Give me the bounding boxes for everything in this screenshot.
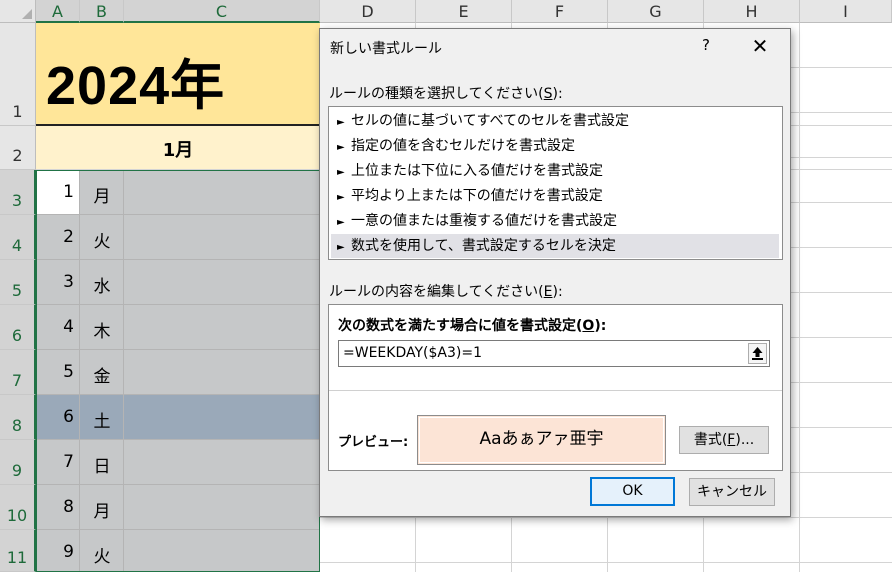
column-header-g[interactable]: G — [608, 0, 704, 23]
column-header-e[interactable]: E — [416, 0, 512, 23]
rule-type-item[interactable]: ► 平均より上または下の値だけを書式設定 — [331, 184, 779, 208]
row-header-10[interactable]: 10 — [0, 485, 36, 530]
day-number[interactable]: 8 — [36, 497, 80, 517]
year-title: 2024年 — [46, 56, 226, 116]
divider — [329, 390, 782, 391]
column-header-b[interactable]: B — [80, 0, 124, 23]
preview-label: プレビュー: — [338, 435, 409, 450]
collapse-arrow-icon — [752, 347, 763, 360]
row-header-8[interactable]: 8 — [0, 395, 36, 440]
bullet-arrow-icon: ► — [337, 167, 345, 178]
bullet-arrow-icon: ► — [337, 217, 345, 228]
formula-input[interactable]: =WEEKDAY($A3)=1 — [338, 340, 770, 367]
dialog-title: 新しい書式ルール — [330, 41, 442, 57]
column-header-a[interactable]: A — [36, 0, 80, 23]
column-header-d[interactable]: D — [320, 0, 416, 23]
column-header-i[interactable]: I — [800, 0, 892, 23]
row-header-5[interactable]: 5 — [0, 260, 36, 305]
day-number[interactable]: 1 — [36, 182, 80, 202]
day-number[interactable]: 3 — [36, 272, 80, 292]
edit-rule-label: ルールの内容を編集してください(E): — [329, 284, 563, 300]
rule-description-panel: 次の数式を満たす場合に値を書式設定(O): =WEEKDAY($A3)=1 プレ… — [328, 304, 783, 471]
row-header-2[interactable]: 2 — [0, 126, 36, 170]
rule-type-item[interactable]: ► 一意の値または重複する値だけを書式設定 — [331, 209, 779, 233]
rule-type-label: ルールの種類を選択してください(S): — [329, 86, 563, 102]
cancel-button[interactable]: キャンセル — [689, 478, 775, 506]
weekday[interactable]: 金 — [80, 362, 124, 387]
help-icon[interactable]: ? — [695, 34, 717, 56]
bullet-arrow-icon: ► — [337, 242, 345, 253]
row-header-6[interactable]: 6 — [0, 305, 36, 350]
weekday[interactable]: 日 — [80, 452, 124, 477]
weekday[interactable]: 木 — [80, 317, 124, 342]
rule-type-item-selected[interactable]: ► 数式を使用して、書式設定するセルを決定 — [331, 234, 779, 258]
weekday[interactable]: 水 — [80, 272, 124, 297]
rule-type-item[interactable]: ► セルの値に基づいてすべてのセルを書式設定 — [331, 109, 779, 133]
day-number[interactable]: 7 — [36, 452, 80, 472]
rule-type-item[interactable]: ► 上位または下位に入る値だけを書式設定 — [331, 159, 779, 183]
row-header-4[interactable]: 4 — [0, 215, 36, 260]
weekday[interactable]: 火 — [80, 227, 124, 252]
new-formatting-rule-dialog: 新しい書式ルール ? ✕ ルールの種類を選択してください(S): ► セルの値に基… — [319, 28, 791, 517]
day-number[interactable]: 9 — [36, 542, 80, 562]
formula-label: 次の数式を満たす場合に値を書式設定(O): — [338, 318, 607, 334]
collapse-dialog-button[interactable] — [748, 343, 767, 364]
weekday[interactable]: 火 — [80, 542, 124, 567]
year-title-cell[interactable]: 2024年 — [36, 23, 320, 126]
row-header-11[interactable]: 11 — [0, 530, 36, 572]
row-header-9[interactable]: 9 — [0, 440, 36, 485]
column-header-h[interactable]: H — [704, 0, 800, 23]
bullet-arrow-icon: ► — [337, 117, 345, 128]
row-header-3[interactable]: 3 — [0, 170, 36, 215]
rule-type-list[interactable]: ► セルの値に基づいてすべてのセルを書式設定 ► 指定の値を含むセルだけを書式設定 … — [328, 106, 783, 260]
preview-box: Aaあぁアァ亜宇 — [417, 415, 666, 465]
day-number[interactable]: 5 — [36, 362, 80, 382]
row-header-1[interactable]: 1 — [0, 23, 36, 126]
month-cell[interactable]: 1月 — [36, 126, 320, 170]
month-label: 1月 — [162, 140, 194, 161]
select-all-corner[interactable] — [0, 0, 36, 23]
rule-type-item[interactable]: ► 指定の値を含むセルだけを書式設定 — [331, 134, 779, 158]
column-header-c[interactable]: C — [124, 0, 320, 23]
close-icon[interactable]: ✕ — [745, 34, 775, 58]
weekday[interactable]: 月 — [80, 182, 124, 207]
day-number[interactable]: 4 — [36, 317, 80, 337]
formula-value: =WEEKDAY($A3)=1 — [343, 345, 482, 361]
day-number[interactable]: 2 — [36, 227, 80, 247]
bullet-arrow-icon: ► — [337, 142, 345, 153]
row-header-7[interactable]: 7 — [0, 350, 36, 395]
format-button[interactable]: 書式(F)... — [679, 426, 769, 454]
day-number[interactable]: 6 — [36, 407, 80, 427]
weekday[interactable]: 月 — [80, 497, 124, 522]
bullet-arrow-icon: ► — [337, 192, 345, 203]
weekday[interactable]: 土 — [80, 407, 124, 432]
ok-button[interactable]: OK — [590, 477, 675, 506]
column-header-f[interactable]: F — [512, 0, 608, 23]
